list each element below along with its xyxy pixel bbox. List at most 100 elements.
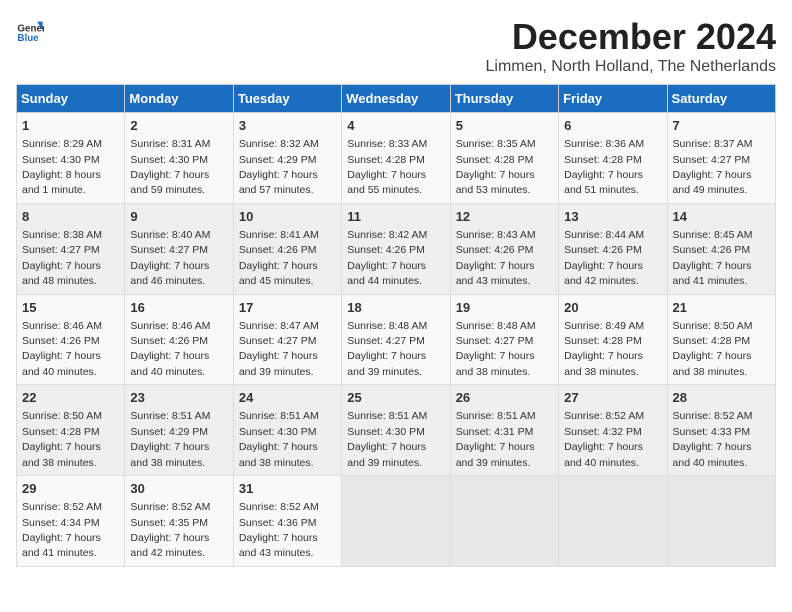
calendar-cell: 8 Sunrise: 8:38 AM Sunset: 4:27 PM Dayli… [17, 203, 125, 294]
calendar-cell: 10 Sunrise: 8:41 AM Sunset: 4:26 PM Dayl… [233, 203, 341, 294]
daylight-hours: Daylight: 7 hours and 38 minutes. [456, 350, 535, 377]
day-number: 24 [239, 389, 336, 407]
day-sunset: Sunset: 4:26 PM [456, 244, 534, 256]
calendar-cell: 6 Sunrise: 8:36 AM Sunset: 4:28 PM Dayli… [559, 113, 667, 204]
day-sunset: Sunset: 4:30 PM [22, 154, 100, 166]
day-sunset: Sunset: 4:28 PM [456, 154, 534, 166]
day-sunrise: Sunrise: 8:51 AM [130, 410, 210, 422]
month-year-title: December 2024 [485, 16, 776, 58]
day-sunset: Sunset: 4:26 PM [347, 244, 425, 256]
day-sunset: Sunset: 4:27 PM [239, 335, 317, 347]
daylight-hours: Daylight: 7 hours and 38 minutes. [239, 441, 318, 468]
calendar-dow-tuesday: Tuesday [233, 85, 341, 113]
day-sunrise: Sunrise: 8:29 AM [22, 138, 102, 150]
day-number: 10 [239, 208, 336, 226]
day-sunrise: Sunrise: 8:50 AM [22, 410, 102, 422]
location-subtitle: Limmen, North Holland, The Netherlands [485, 58, 776, 76]
daylight-hours: Daylight: 7 hours and 59 minutes. [130, 169, 209, 196]
day-number: 27 [564, 389, 661, 407]
calendar-cell: 12 Sunrise: 8:43 AM Sunset: 4:26 PM Dayl… [450, 203, 558, 294]
calendar-dow-wednesday: Wednesday [342, 85, 450, 113]
title-area: December 2024 Limmen, North Holland, The… [485, 16, 776, 76]
day-sunset: Sunset: 4:28 PM [22, 426, 100, 438]
day-sunset: Sunset: 4:30 PM [347, 426, 425, 438]
day-number: 9 [130, 208, 227, 226]
day-number: 23 [130, 389, 227, 407]
day-sunrise: Sunrise: 8:52 AM [564, 410, 644, 422]
day-number: 11 [347, 208, 444, 226]
calendar-cell: 29 Sunrise: 8:52 AM Sunset: 4:34 PM Dayl… [17, 476, 125, 567]
calendar-cell: 1 Sunrise: 8:29 AM Sunset: 4:30 PM Dayli… [17, 113, 125, 204]
calendar-dow-monday: Monday [125, 85, 233, 113]
calendar-week-row: 15 Sunrise: 8:46 AM Sunset: 4:26 PM Dayl… [17, 294, 776, 385]
calendar-cell [559, 476, 667, 567]
day-number: 6 [564, 117, 661, 135]
day-sunrise: Sunrise: 8:40 AM [130, 229, 210, 241]
day-sunset: Sunset: 4:33 PM [673, 426, 751, 438]
day-sunrise: Sunrise: 8:37 AM [673, 138, 753, 150]
daylight-hours: Daylight: 7 hours and 44 minutes. [347, 260, 426, 287]
daylight-hours: Daylight: 7 hours and 40 minutes. [564, 441, 643, 468]
calendar-cell: 20 Sunrise: 8:49 AM Sunset: 4:28 PM Dayl… [559, 294, 667, 385]
daylight-hours: Daylight: 7 hours and 39 minutes. [456, 441, 535, 468]
day-number: 22 [22, 389, 119, 407]
calendar-cell: 9 Sunrise: 8:40 AM Sunset: 4:27 PM Dayli… [125, 203, 233, 294]
calendar-cell: 17 Sunrise: 8:47 AM Sunset: 4:27 PM Dayl… [233, 294, 341, 385]
day-sunset: Sunset: 4:32 PM [564, 426, 642, 438]
calendar-cell: 18 Sunrise: 8:48 AM Sunset: 4:27 PM Dayl… [342, 294, 450, 385]
day-number: 12 [456, 208, 553, 226]
day-sunrise: Sunrise: 8:32 AM [239, 138, 319, 150]
day-sunset: Sunset: 4:28 PM [564, 335, 642, 347]
calendar-week-row: 8 Sunrise: 8:38 AM Sunset: 4:27 PM Dayli… [17, 203, 776, 294]
calendar-cell: 21 Sunrise: 8:50 AM Sunset: 4:28 PM Dayl… [667, 294, 775, 385]
daylight-hours: Daylight: 7 hours and 40 minutes. [673, 441, 752, 468]
calendar-cell: 26 Sunrise: 8:51 AM Sunset: 4:31 PM Dayl… [450, 385, 558, 476]
day-sunset: Sunset: 4:26 PM [130, 335, 208, 347]
calendar-week-row: 1 Sunrise: 8:29 AM Sunset: 4:30 PM Dayli… [17, 113, 776, 204]
day-sunset: Sunset: 4:36 PM [239, 517, 317, 529]
calendar-cell: 11 Sunrise: 8:42 AM Sunset: 4:26 PM Dayl… [342, 203, 450, 294]
day-sunrise: Sunrise: 8:51 AM [347, 410, 427, 422]
daylight-hours: Daylight: 7 hours and 43 minutes. [456, 260, 535, 287]
day-number: 13 [564, 208, 661, 226]
daylight-hours: Daylight: 7 hours and 39 minutes. [239, 350, 318, 377]
calendar-dow-sunday: Sunday [17, 85, 125, 113]
daylight-hours: Daylight: 7 hours and 48 minutes. [22, 260, 101, 287]
day-sunrise: Sunrise: 8:36 AM [564, 138, 644, 150]
calendar-cell: 30 Sunrise: 8:52 AM Sunset: 4:35 PM Dayl… [125, 476, 233, 567]
day-sunset: Sunset: 4:27 PM [22, 244, 100, 256]
day-sunset: Sunset: 4:28 PM [564, 154, 642, 166]
daylight-hours: Daylight: 7 hours and 43 minutes. [239, 532, 318, 559]
day-sunset: Sunset: 4:27 PM [456, 335, 534, 347]
page-header: General Blue December 2024 Limmen, North… [16, 16, 776, 76]
day-sunset: Sunset: 4:26 PM [239, 244, 317, 256]
calendar-table: SundayMondayTuesdayWednesdayThursdayFrid… [16, 84, 776, 567]
day-sunrise: Sunrise: 8:31 AM [130, 138, 210, 150]
day-sunrise: Sunrise: 8:43 AM [456, 229, 536, 241]
daylight-hours: Daylight: 7 hours and 53 minutes. [456, 169, 535, 196]
daylight-hours: Daylight: 7 hours and 55 minutes. [347, 169, 426, 196]
daylight-hours: Daylight: 7 hours and 49 minutes. [673, 169, 752, 196]
day-sunrise: Sunrise: 8:45 AM [673, 229, 753, 241]
calendar-dow-thursday: Thursday [450, 85, 558, 113]
day-sunrise: Sunrise: 8:41 AM [239, 229, 319, 241]
day-number: 28 [673, 389, 770, 407]
day-sunset: Sunset: 4:30 PM [239, 426, 317, 438]
calendar-cell: 5 Sunrise: 8:35 AM Sunset: 4:28 PM Dayli… [450, 113, 558, 204]
day-sunrise: Sunrise: 8:50 AM [673, 320, 753, 332]
day-sunrise: Sunrise: 8:52 AM [22, 501, 102, 513]
day-sunrise: Sunrise: 8:48 AM [456, 320, 536, 332]
calendar-cell: 31 Sunrise: 8:52 AM Sunset: 4:36 PM Dayl… [233, 476, 341, 567]
day-number: 18 [347, 299, 444, 317]
daylight-hours: Daylight: 7 hours and 38 minutes. [130, 441, 209, 468]
calendar-week-row: 29 Sunrise: 8:52 AM Sunset: 4:34 PM Dayl… [17, 476, 776, 567]
calendar-cell: 15 Sunrise: 8:46 AM Sunset: 4:26 PM Dayl… [17, 294, 125, 385]
day-sunset: Sunset: 4:34 PM [22, 517, 100, 529]
daylight-hours: Daylight: 7 hours and 40 minutes. [22, 350, 101, 377]
daylight-hours: Daylight: 7 hours and 57 minutes. [239, 169, 318, 196]
day-sunset: Sunset: 4:27 PM [347, 335, 425, 347]
day-number: 19 [456, 299, 553, 317]
day-sunset: Sunset: 4:30 PM [130, 154, 208, 166]
calendar-cell: 7 Sunrise: 8:37 AM Sunset: 4:27 PM Dayli… [667, 113, 775, 204]
daylight-hours: Daylight: 7 hours and 39 minutes. [347, 350, 426, 377]
